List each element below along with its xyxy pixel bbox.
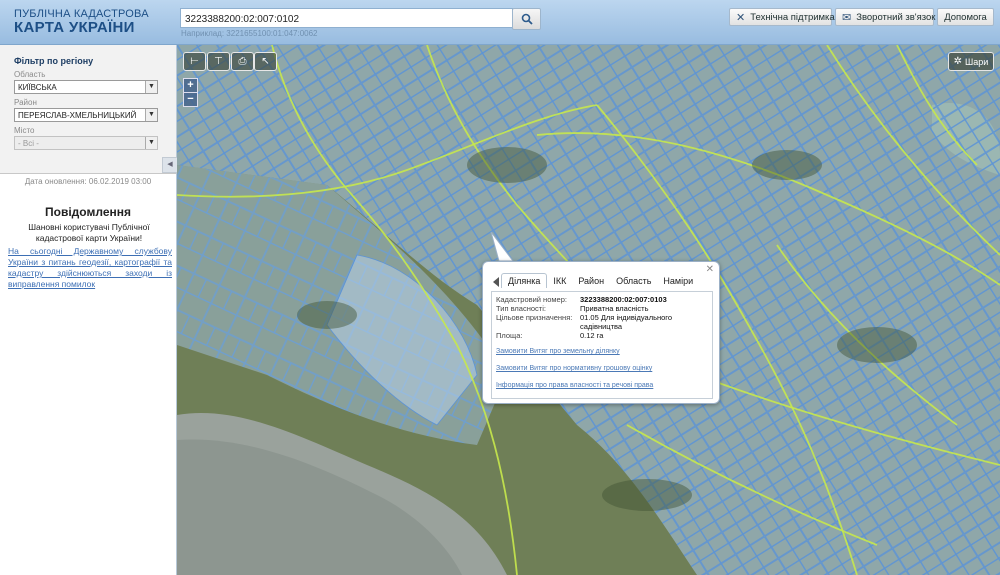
chevron-down-icon: ▼ [145, 137, 157, 149]
tab-district[interactable]: Район [572, 274, 610, 288]
search-icon [521, 13, 533, 25]
gear-icon: ✲ [953, 56, 963, 67]
print-button[interactable]: ⎙ [231, 52, 254, 71]
region-select[interactable]: КИЇВСЬКА ▼ [14, 80, 158, 94]
zoom-in-button[interactable]: + [183, 78, 198, 93]
area-value: 0.12 га [580, 331, 604, 340]
popup-tabs: Ділянка ІКК Район Область Наміри [501, 273, 699, 288]
district-select[interactable]: ПЕРЕЯСЛАВ-ХМЕЛЬНИЦЬКИЙ ▼ [14, 108, 158, 122]
city-value: - Всі - [18, 139, 39, 148]
close-icon[interactable]: ✕ [706, 264, 714, 275]
notice-body: Шановні користувачі Публічної кадастрово… [28, 222, 150, 243]
ownership-type-label: Тип власності: [496, 304, 546, 313]
search-button[interactable] [512, 8, 541, 30]
cadastral-number-value: 3223388200:02:007:0103 [580, 295, 667, 304]
district-value: ПЕРЕЯСЛАВ-ХМЕЛЬНИЦЬКИЙ [18, 111, 137, 120]
support-button[interactable]: ✕ Технічна підтримка [729, 8, 835, 26]
tab-intentions[interactable]: Наміри [657, 274, 699, 288]
tools-icon: ✕ [736, 11, 746, 24]
layers-label: Шари [965, 56, 989, 67]
cadastral-number-label: Кадастровий номер: [496, 295, 567, 304]
district-label: Район [14, 98, 37, 107]
feedback-label: Зворотний зв'язок [856, 11, 936, 23]
measure-distance-button[interactable]: ⊢ [183, 52, 206, 71]
notice-link[interactable]: На сьогодні Державному службову України … [8, 246, 172, 290]
print-icon: ⎙ [238, 56, 247, 67]
tab-parcel[interactable]: Ділянка [501, 273, 548, 288]
search-box [180, 8, 513, 29]
update-date: Дата оновлення: 06.02.2019 03:00 [24, 177, 152, 186]
order-valuation-extract-link[interactable]: Замовити Витяг про нормативну грошову оц… [496, 365, 652, 372]
search-hint: Наприклад: 3221655100:01:047:0062 [181, 29, 318, 38]
region-label: Область [14, 70, 46, 79]
map-view[interactable]: ⊢ ⊤ ⎙ ↖ + − ✲ Шари ✕ Ділянка ІКК Район О… [177, 45, 1000, 575]
parcel-details: Кадастровий номер: 3223388200:02:007:010… [491, 291, 713, 399]
city-select[interactable]: - Всі - ▼ [14, 136, 158, 150]
city-label: Місто [14, 126, 35, 135]
top-header: ПУБЛІЧНА КАДАСТРОВА КАРТА УКРАЇНИ Наприк… [0, 0, 1000, 45]
chevron-down-icon: ▼ [145, 109, 157, 121]
zoom-out-button[interactable]: − [183, 92, 198, 107]
tab-ikk[interactable]: ІКК [547, 274, 572, 288]
help-label: Допомога [944, 11, 987, 23]
filter-title: Фільтр по регіону [14, 56, 94, 66]
identify-button[interactable]: ↖ [254, 52, 277, 71]
support-label: Технічна підтримка [750, 11, 835, 23]
area-label: Площа: [496, 331, 523, 340]
ownership-info-link[interactable]: Інформація про права власності та речові… [496, 382, 653, 389]
region-value: КИЇВСЬКА [18, 83, 57, 92]
parcel-info-popup: ✕ Ділянка ІКК Район Область Наміри Кадас… [482, 261, 720, 404]
purpose-value: 01.05 Для індивідуального садівництва [580, 313, 673, 331]
logo-line2[interactable]: КАРТА УКРАЇНИ [14, 19, 135, 36]
collapse-sidebar-button[interactable]: ◀ [162, 157, 178, 173]
order-parcel-extract-link[interactable]: Замовити Витяг про земельну ділянку [496, 348, 620, 355]
tabs-scroll-left-icon[interactable] [493, 277, 499, 287]
notice-title: Повідомлення [45, 205, 131, 219]
cursor-icon: ↖ [261, 56, 270, 67]
layers-button[interactable]: ✲ Шари [948, 52, 994, 71]
mail-icon: ✉ [842, 11, 852, 24]
tab-region[interactable]: Область [610, 274, 657, 288]
region-filter-panel: Фільтр по регіону Область КИЇВСЬКА ▼ Рай… [0, 45, 176, 174]
feedback-button[interactable]: ✉ Зворотний зв'язок [835, 8, 936, 26]
purpose-label: Цільове призначення: [496, 313, 573, 322]
sidebar: Фільтр по регіону Область КИЇВСЬКА ▼ Рай… [0, 45, 178, 575]
chevron-down-icon: ▼ [145, 81, 157, 93]
ownership-type-value: Приватна власність [580, 304, 649, 313]
search-input[interactable] [181, 10, 509, 29]
measure-area-button[interactable]: ⊤ [207, 52, 230, 71]
help-button[interactable]: Допомога [937, 8, 994, 26]
